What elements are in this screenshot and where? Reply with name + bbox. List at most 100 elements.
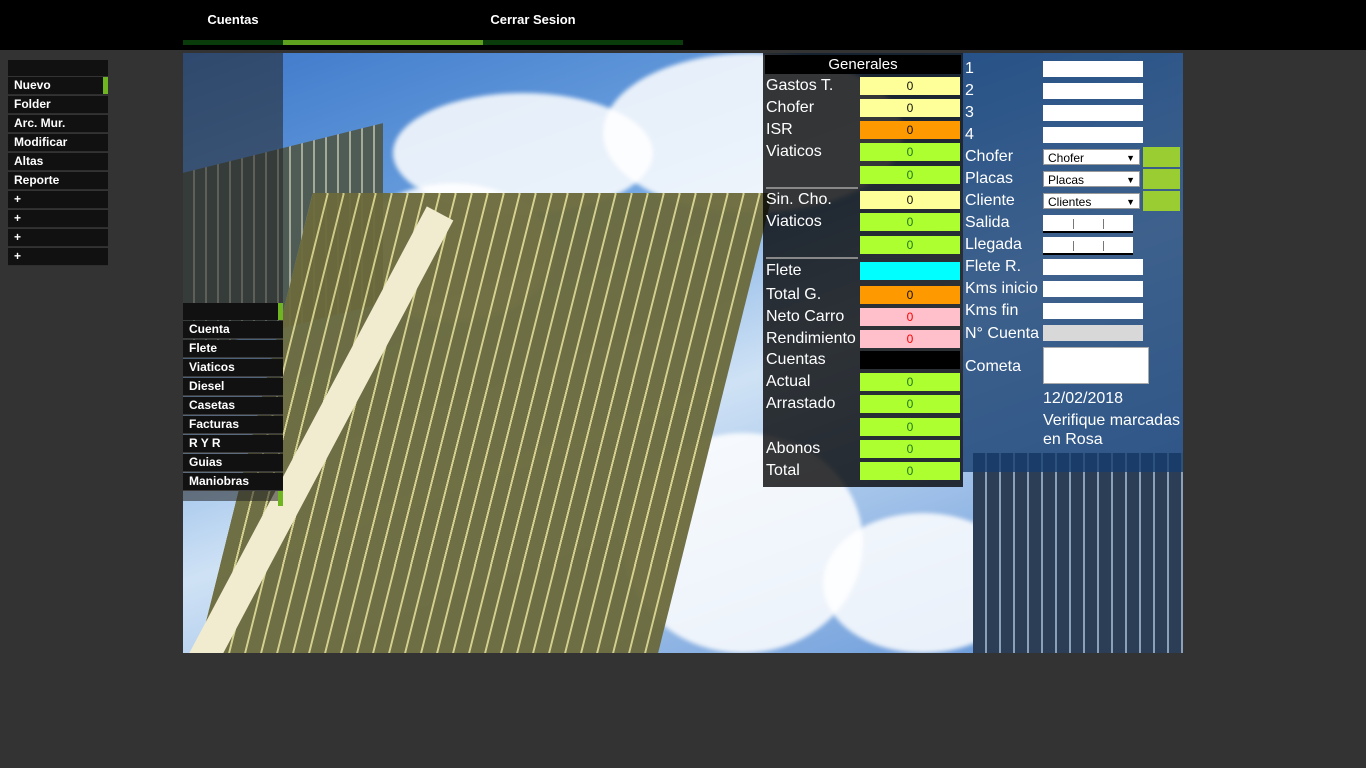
row-total: Total 0 [766,462,962,480]
cometa-label: Cometa [965,358,1022,375]
field-1-label: 1 [965,60,974,77]
menu-item-modificar[interactable]: Modificar [8,134,108,152]
menu-item-arc-mur[interactable]: Arc. Mur. [8,115,108,133]
flete-value [860,262,960,280]
flete-r-input[interactable] [1043,259,1143,275]
chevron-down-icon: ▼ [1126,175,1135,185]
actual-label: Actual [766,373,811,390]
placas-select[interactable]: Placas ▼ [1043,171,1140,187]
chofer-label: Chofer [766,99,815,116]
field-2-input[interactable] [1043,83,1143,99]
viaticos-3-label: Viaticos [766,213,822,230]
row-neto-carro: Neto Carro 0 [766,308,962,326]
numero-cuenta-input [1043,325,1143,341]
rendimiento-label: Rendimiento [766,330,856,347]
row-viaticos-2: 0 [766,166,962,184]
left-menu-header [8,60,108,76]
cliente-select-value: Clientes [1048,195,1092,209]
menu-item-altas[interactable]: Altas [8,153,108,171]
isr-value: 0 [860,121,960,139]
field-3-label: 3 [965,104,974,121]
sin-cho-label: Sin. Cho. [766,191,832,208]
field-3-input[interactable] [1043,105,1143,121]
chofer-select[interactable]: Chofer ▼ [1043,149,1140,165]
row-chofer: Chofer 0 [766,99,962,117]
row-rendimiento: Rendimiento 0 [766,330,962,348]
flete-r-label: Flete R. [965,258,1022,275]
placas-select-label: Placas [965,170,1014,187]
left-menu: Nuevo Folder Arc. Mur. Modificar Altas R… [8,60,108,266]
numero-cuenta-label: N° Cuenta [965,325,1039,342]
submenu-item-maniobras[interactable]: Maniobras [183,473,283,491]
kms-inicio-label: Kms inicio [965,280,1038,297]
row-gastos: Gastos T. 0 [766,77,962,95]
menu-item-plus-3[interactable]: + [8,229,108,247]
cometa-textarea[interactable] [1043,347,1149,384]
nav-empty-slot [583,0,683,45]
tab-cerrar-sesion[interactable]: Cerrar Sesion [483,0,583,45]
menu-item-nuevo[interactable]: Nuevo [8,77,108,95]
row-cuentas: Cuentas [766,351,962,369]
arrastado-value: 0 [860,395,960,413]
row-actual: Actual 0 [766,373,962,391]
row-abonos: Abonos 0 [766,440,962,458]
submenu-footer [183,491,283,506]
field-4-input[interactable] [1043,127,1143,143]
menu-item-folder[interactable]: Folder [8,96,108,114]
menu-item-plus-2[interactable]: + [8,210,108,228]
placas-status-box [1143,169,1180,189]
time-separator [1073,219,1074,229]
viaticos-value: 0 [860,143,960,161]
chofer-value: 0 [860,99,960,117]
top-nav: Cuentas Cerrar Sesion [183,0,683,45]
cliente-select[interactable]: Clientes ▼ [1043,193,1140,209]
llegada-time-input[interactable] [1043,237,1133,255]
submenu-item-cuenta[interactable]: Cuenta [183,321,283,339]
cliente-status-box [1143,191,1180,211]
divider [766,257,858,259]
submenu-item-casetas[interactable]: Casetas [183,397,283,415]
neto-carro-label: Neto Carro [766,308,845,325]
row-arrastado: Arrastado 0 [766,395,962,413]
viaticos-2-value: 0 [860,166,960,184]
field-1-input[interactable] [1043,61,1143,77]
row-viaticos: Viaticos 0 [766,143,962,161]
actual-value: 0 [860,373,960,391]
menu-item-reporte[interactable]: Reporte [8,172,108,190]
menu-item-plus-4[interactable]: + [8,248,108,266]
viaticos-label: Viaticos [766,143,822,160]
sin-cho-value: 0 [860,191,960,209]
cuentas-submenu: Cuenta Flete Viaticos Diesel Casetas Fac… [183,303,283,506]
submenu-item-ryr[interactable]: R Y R [183,435,283,453]
nav-spacer [283,0,483,45]
viaticos-3-value: 0 [860,213,960,231]
divider [766,187,858,189]
building-right [973,453,1183,653]
verify-note: Verifique marcadas en Rosa [1043,412,1180,448]
row-viaticos-4: 0 [766,236,962,254]
cuentas-value [860,351,960,369]
placas-select-value: Placas [1048,173,1085,187]
chofer-status-box [1143,147,1180,167]
chofer-select-label: Chofer [965,148,1014,165]
submenu-item-guias[interactable]: Guias [183,454,283,472]
row-sin-cho: Sin. Cho. 0 [766,191,962,209]
total-g-value: 0 [860,286,960,304]
tab-cuentas[interactable]: Cuentas [183,0,283,45]
submenu-item-facturas[interactable]: Facturas [183,416,283,434]
submenu-item-viaticos[interactable]: Viaticos [183,359,283,377]
chevron-down-icon: ▼ [1126,197,1135,207]
cuentas-label: Cuentas [766,351,826,368]
salida-time-input[interactable] [1043,215,1133,233]
submenu-header [183,303,283,320]
viaje-form: 1 2 3 4 Chofer Chofer ▼ Placas Placas ▼ … [963,53,1183,472]
submenu-item-flete[interactable]: Flete [183,340,283,358]
date-display: 12/02/2018 [1043,390,1124,407]
time-separator [1103,241,1104,251]
menu-item-plus-1[interactable]: + [8,191,108,209]
kms-fin-input[interactable] [1043,303,1143,319]
submenu-item-diesel[interactable]: Diesel [183,378,283,396]
cliente-select-label: Cliente [965,192,1015,209]
kms-inicio-input[interactable] [1043,281,1143,297]
abonos-label: Abonos [766,440,821,457]
